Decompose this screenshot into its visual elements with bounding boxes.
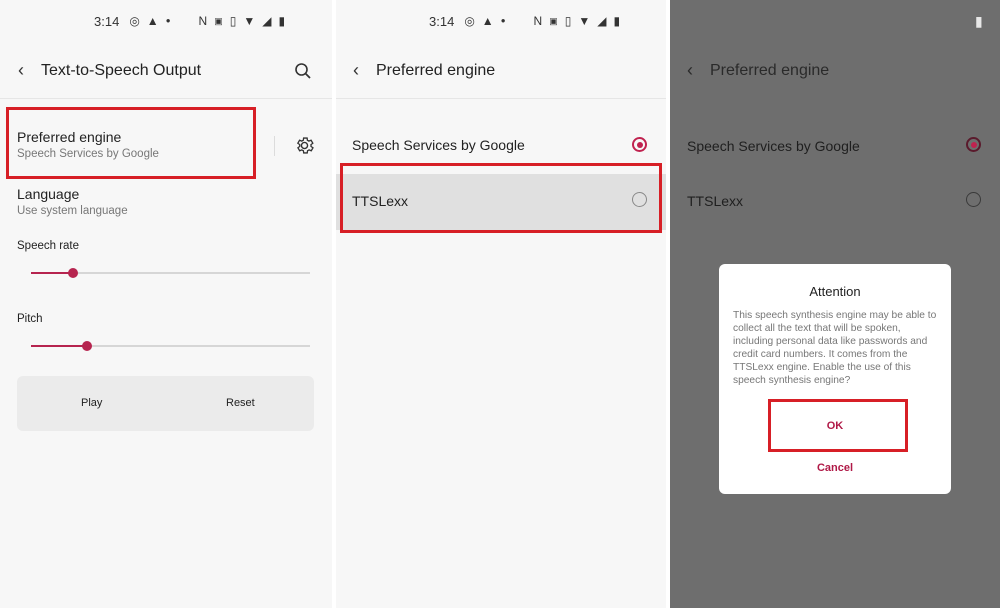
speech-rate-label: Speech rate: [17, 240, 80, 252]
vibrate-icon: ▯: [564, 14, 572, 28]
radio-selected[interactable]: [632, 137, 647, 152]
instagram-icon: ◎: [464, 14, 475, 28]
radio-selected[interactable]: [966, 137, 981, 152]
highlight-box: [6, 107, 256, 179]
dialog-message: This speech synthesis engine may be able…: [733, 310, 937, 386]
signal-icon: ◢: [262, 14, 272, 28]
speech-rate-fill: [31, 272, 73, 274]
page-title: Preferred engine: [710, 62, 830, 79]
header-divider: [0, 98, 332, 99]
nfc-icon: N: [533, 14, 543, 28]
attention-dialog-screen: ▮ ‹ Preferred engine Speech Services by …: [670, 0, 1000, 608]
status-bar: 3:14 ◎ ▲ ● N ▣ ▯ ▼ ◢ ▮: [94, 10, 292, 32]
search-icon[interactable]: [294, 62, 312, 80]
engine-label: Speech Services by Google: [352, 137, 525, 153]
reset-button[interactable]: Reset: [226, 397, 255, 409]
pitch-fill: [31, 345, 87, 347]
signal-icon: ◢: [597, 14, 607, 28]
language-title: Language: [17, 186, 80, 202]
playback-controls: Play Reset: [17, 376, 314, 431]
alert-icon: ▲: [146, 14, 159, 28]
cancel-button[interactable]: Cancel: [719, 462, 951, 474]
status-time: 3:14: [94, 13, 120, 29]
dot-icon: ●: [165, 16, 171, 25]
wifi-icon: ▼: [578, 14, 591, 28]
radio-unselected[interactable]: [966, 192, 981, 207]
vowifi-icon: ▣: [214, 15, 223, 26]
language-subtitle: Use system language: [17, 205, 128, 217]
dot-icon: ●: [500, 16, 506, 25]
dialog-title: Attention: [809, 284, 861, 299]
alert-icon: ▲: [481, 14, 494, 28]
nfc-icon: N: [198, 14, 208, 28]
back-icon[interactable]: ‹: [687, 60, 693, 81]
status-time: 3:14: [429, 13, 455, 29]
engine-option-google[interactable]: Speech Services by Google: [670, 117, 1000, 173]
page-title: Preferred engine: [376, 62, 496, 79]
back-icon[interactable]: ‹: [353, 60, 359, 81]
vowifi-icon: ▣: [549, 15, 558, 26]
status-bar: 3:14 ◎ ▲ ● N ▣ ▯ ▼ ◢ ▮: [429, 10, 627, 32]
engine-label: Speech Services by Google: [687, 138, 860, 154]
gear-icon[interactable]: [294, 135, 315, 156]
engine-label: TTSLexx: [687, 193, 744, 209]
highlight-box: [768, 399, 908, 452]
pitch-label: Pitch: [17, 313, 43, 325]
tts-output-screen: 3:14 ◎ ▲ ● N ▣ ▯ ▼ ◢ ▮ ‹ Text-to-Speech …: [0, 0, 332, 608]
back-icon[interactable]: ‹: [18, 60, 24, 81]
battery-icon: ▮: [975, 13, 983, 29]
attention-dialog: Attention This speech synthesis engine m…: [719, 264, 951, 494]
item-divider: [274, 136, 275, 156]
battery-icon: ▮: [278, 14, 286, 28]
engine-option-ttslexx[interactable]: TTSLexx: [670, 174, 1000, 230]
page-title: Text-to-Speech Output: [41, 62, 202, 79]
highlight-box: [340, 163, 662, 233]
preferred-engine-screen: 3:14 ◎ ▲ ● N ▣ ▯ ▼ ◢ ▮ ‹ Preferred engin…: [336, 0, 666, 608]
language-item[interactable]: Language Use system language: [0, 180, 332, 226]
battery-icon: ▮: [613, 14, 621, 28]
vibrate-icon: ▯: [229, 14, 237, 28]
wifi-icon: ▼: [243, 14, 256, 28]
pitch-thumb[interactable]: [81, 341, 92, 351]
header-divider: [336, 98, 666, 99]
speech-rate-thumb[interactable]: [67, 268, 78, 278]
play-button[interactable]: Play: [81, 397, 102, 409]
instagram-icon: ◎: [129, 14, 140, 28]
